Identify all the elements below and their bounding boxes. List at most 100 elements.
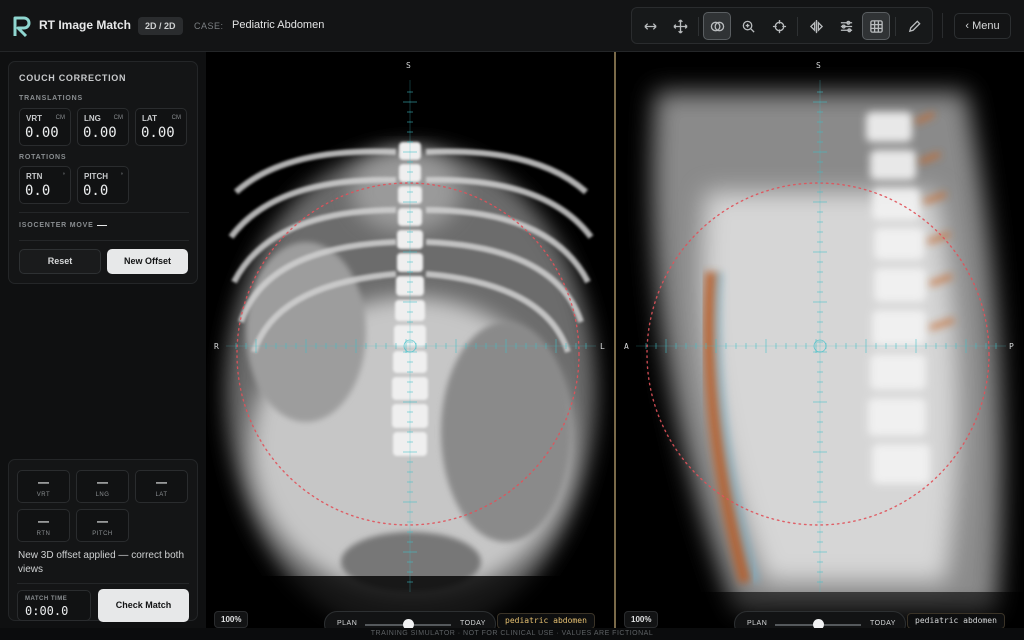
status-value: — xyxy=(38,477,49,489)
field-unit: CM xyxy=(55,115,65,121)
field-unit: ° xyxy=(120,173,123,179)
today-label: TODAY xyxy=(870,620,896,627)
status-value: — xyxy=(97,477,108,489)
field-unit: ° xyxy=(62,173,65,179)
header-separator xyxy=(942,13,943,38)
sliders-icon xyxy=(840,20,852,32)
field-value: 0.00 xyxy=(141,125,175,141)
couch-correction-card: COUCH CORRECTION TRANSLATIONS VRT CM 0.0… xyxy=(8,61,198,284)
lateral-view[interactable]: S A P 100% PLAN TODAY pediatric abdomen xyxy=(616,52,1024,628)
match-circle xyxy=(646,182,990,526)
status-label: RTN xyxy=(36,531,51,537)
app-title: RT Image Match xyxy=(39,18,132,32)
status-cell-lat: — LAT xyxy=(135,470,188,503)
divider xyxy=(17,583,189,584)
move-arrows-icon xyxy=(672,18,688,34)
toolbar-separator xyxy=(698,17,699,36)
status-cell-pitch: — PITCH xyxy=(76,509,129,542)
isocenter-move-label: ISOCENTER MOVE xyxy=(19,222,94,229)
zoom-in-icon xyxy=(742,20,755,33)
field-unit: CM xyxy=(171,115,181,121)
pencil-icon xyxy=(908,19,921,32)
lat-field[interactable]: LAT CM 0.00 xyxy=(135,108,187,146)
field-value: 0.00 xyxy=(83,125,117,141)
adjust-tool-button[interactable] xyxy=(832,12,860,40)
ap-view[interactable]: S R L 100% PLAN TODAY pediatric abdomen xyxy=(206,52,614,628)
footer-disclaimer: TRAINING SIMULATOR · NOT FOR CLINICAL US… xyxy=(0,628,1024,640)
status-label: LAT xyxy=(155,492,168,498)
match-time-value: 0:00.0 xyxy=(25,604,69,618)
field-label: PITCH xyxy=(84,172,108,181)
vrt-field[interactable]: VRT CM 0.00 xyxy=(19,108,71,146)
field-label: LNG xyxy=(84,114,101,123)
menu-button[interactable]: ‹ Menu xyxy=(954,13,1011,39)
toolbar xyxy=(631,7,933,44)
check-match-button[interactable]: Check Match xyxy=(98,589,189,622)
mirror-flip-icon xyxy=(809,19,823,33)
plan-label: PLAN xyxy=(747,620,768,627)
couch-correction-title: COUCH CORRECTION xyxy=(19,73,127,83)
move-tool-button[interactable] xyxy=(666,12,694,40)
plan-today-blend-slider[interactable]: PLAN TODAY xyxy=(734,611,906,628)
match-status-card: — VRT — LNG — LAT — RTN — PITCH New 3D o… xyxy=(8,459,198,622)
app-header: RT Image Match 2D / 2D CASE: Pediatric A… xyxy=(0,0,1024,52)
status-message: New 3D offset applied — correct both vie… xyxy=(18,550,185,575)
overlay-tool-button[interactable] xyxy=(703,12,731,40)
case-label-tag: pediatric abdomen xyxy=(497,613,595,628)
rtn-field[interactable]: RTN ° 0.0 xyxy=(19,166,71,204)
crosshair-tool-button[interactable] xyxy=(765,12,793,40)
grid-icon xyxy=(869,19,883,33)
status-label: VRT xyxy=(36,492,51,498)
isocenter-move-value: — xyxy=(97,220,107,231)
rotations-heading: ROTATIONS xyxy=(19,154,67,161)
pan-horizontal-tool-button[interactable] xyxy=(636,12,664,40)
logo-icon xyxy=(13,16,31,38)
lng-field[interactable]: LNG CM 0.00 xyxy=(77,108,129,146)
match-time-label: MATCH TIME xyxy=(25,596,68,602)
mode-badge[interactable]: 2D / 2D xyxy=(138,17,183,35)
new-offset-button[interactable]: New Offset xyxy=(107,249,188,274)
case-name: Pediatric Abdomen xyxy=(232,19,325,31)
zoom-level[interactable]: 100% xyxy=(624,611,659,628)
reset-button[interactable]: Reset xyxy=(19,249,101,274)
field-label: LAT xyxy=(142,114,157,123)
horizontal-arrows-icon xyxy=(643,22,657,30)
toolbar-separator xyxy=(797,17,798,36)
field-value: 0.0 xyxy=(25,183,51,199)
plan-today-blend-slider[interactable]: PLAN TODAY xyxy=(324,611,496,628)
toolbar-separator xyxy=(895,17,896,36)
case-label-tag: pediatric abdomen xyxy=(907,613,1005,628)
grid-tool-button[interactable] xyxy=(862,12,890,40)
status-cell-vrt: — VRT xyxy=(17,470,70,503)
ap-overlay xyxy=(226,80,596,592)
status-value: — xyxy=(156,477,167,489)
field-value: 0.00 xyxy=(25,125,59,141)
divider xyxy=(19,240,189,241)
zoom-tool-button[interactable] xyxy=(734,12,762,40)
status-value: — xyxy=(97,516,108,528)
blend-knob[interactable] xyxy=(402,619,414,628)
lateral-overlay xyxy=(636,80,1006,592)
translations-heading: TRANSLATIONS xyxy=(19,95,83,102)
today-label: TODAY xyxy=(460,620,486,627)
case-label: CASE: xyxy=(194,21,224,31)
pitch-field[interactable]: PITCH ° 0.0 xyxy=(77,166,129,204)
mirror-tool-button[interactable] xyxy=(802,12,830,40)
field-label: VRT xyxy=(26,114,42,123)
zoom-level[interactable]: 100% xyxy=(214,611,249,628)
crosshair-icon xyxy=(772,19,786,33)
status-value: — xyxy=(38,516,49,528)
field-value: 0.0 xyxy=(83,183,109,199)
draw-tool-button[interactable] xyxy=(900,12,928,40)
blend-knob[interactable] xyxy=(812,619,824,628)
match-circle xyxy=(236,182,580,526)
status-label: PITCH xyxy=(92,531,113,537)
match-time-box: MATCH TIME 0:00.0 xyxy=(17,590,91,621)
plan-label: PLAN xyxy=(337,620,358,627)
field-label: RTN xyxy=(26,172,43,181)
divider xyxy=(19,212,189,213)
status-cell-lng: — LNG xyxy=(76,470,129,503)
status-cell-rtn: — RTN xyxy=(17,509,70,542)
field-unit: CM xyxy=(113,115,123,121)
left-panel: COUCH CORRECTION TRANSLATIONS VRT CM 0.0… xyxy=(0,52,206,628)
